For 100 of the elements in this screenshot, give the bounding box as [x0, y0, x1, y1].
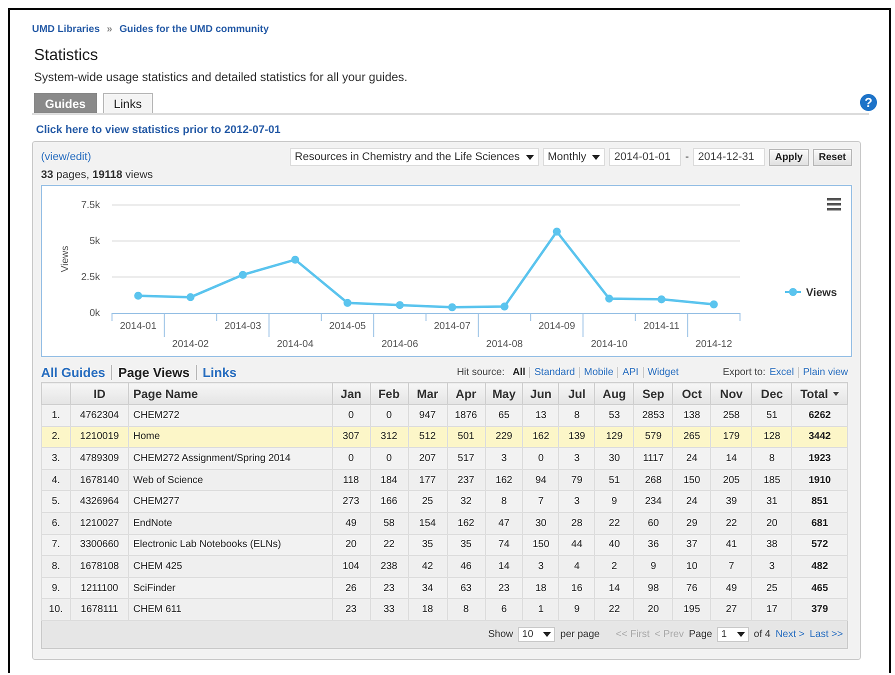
- page-size-select[interactable]: 10: [518, 626, 556, 642]
- help-icon[interactable]: ?: [860, 94, 877, 111]
- legend-label[interactable]: Views: [806, 287, 837, 299]
- hit-source-link[interactable]: Standard: [529, 367, 579, 378]
- sort-caret-icon[interactable]: [833, 392, 840, 396]
- table-cell: 4789309: [70, 448, 129, 470]
- row-number: 3.: [42, 448, 70, 470]
- breadcrumb-link[interactable]: UMD Libraries: [32, 24, 100, 35]
- column-header[interactable]: Total: [792, 382, 848, 404]
- table-cell: 2: [594, 556, 634, 578]
- y-axis-label: 5k: [89, 236, 100, 247]
- table-cell: 237: [447, 469, 485, 491]
- table-cell: 1210019: [70, 426, 129, 448]
- table-cell: 1876: [447, 404, 485, 426]
- total-cell: 3442: [792, 426, 848, 448]
- column-header[interactable]: May: [485, 382, 523, 404]
- table-cell: 166: [370, 490, 408, 512]
- page-name-cell: CHEM 611: [128, 598, 332, 620]
- page-name-cell: EndNote: [128, 512, 332, 534]
- table-cell: 13: [522, 404, 559, 426]
- table-cell: 79: [558, 469, 595, 491]
- column-header[interactable]: Oct: [672, 382, 711, 404]
- table-cell: 118: [332, 469, 370, 491]
- view-edit-link[interactable]: (view/edit): [41, 151, 92, 163]
- column-header[interactable]: Jun: [522, 382, 559, 404]
- table-cell: 195: [672, 598, 711, 620]
- end-date-field[interactable]: 2014-12-31: [692, 148, 765, 166]
- column-header[interactable]: Aug: [594, 382, 634, 404]
- export-link[interactable]: Excel: [770, 367, 798, 378]
- y-axis-label: 0k: [89, 308, 100, 319]
- prior-statistics-link[interactable]: Click here to view statistics prior to 2012-07-01: [36, 124, 281, 136]
- row-number: 4.: [42, 469, 70, 491]
- hit-source-link[interactable]: Widget: [642, 367, 683, 378]
- start-date-field[interactable]: 2014-01-01: [609, 148, 682, 166]
- data-point: [552, 228, 561, 236]
- hit-source-link[interactable]: Mobile: [578, 367, 618, 378]
- column-header[interactable]: Jul: [558, 382, 595, 404]
- table-cell: 32: [447, 490, 485, 512]
- table-cell: 28: [558, 512, 595, 534]
- report-tab[interactable]: Links: [196, 365, 243, 380]
- total-cell: 681: [792, 512, 848, 534]
- column-header[interactable]: Feb: [370, 382, 408, 404]
- table-cell: 234: [634, 490, 673, 512]
- column-header[interactable]: Sep: [634, 382, 673, 404]
- table-cell: 139: [558, 426, 595, 448]
- table-cell: 24: [672, 490, 711, 512]
- table-cell: 517: [447, 448, 485, 470]
- page-count-label: of 4: [754, 628, 770, 640]
- last-page-link[interactable]: Last >>: [810, 628, 843, 640]
- period-select[interactable]: Monthly: [542, 148, 606, 166]
- filter-button[interactable]: Reset: [812, 148, 852, 166]
- next-page-link[interactable]: Next >: [775, 628, 805, 640]
- table-cell: 23: [332, 598, 370, 620]
- column-header[interactable]: Jan: [332, 382, 370, 404]
- row-number: 5.: [42, 490, 70, 512]
- filter-button[interactable]: Apply: [768, 148, 809, 166]
- breadcrumb-separator: »: [106, 24, 112, 35]
- total-cell: 1923: [792, 448, 848, 470]
- table-cell: 10: [672, 556, 711, 578]
- page-select[interactable]: 1: [717, 626, 749, 642]
- table-cell: 268: [634, 469, 673, 491]
- page-name-cell: CHEM272 Assignment/Spring 2014: [128, 448, 332, 470]
- x-axis-label: 2014-08: [486, 339, 523, 350]
- total-cell: 6262: [792, 404, 848, 426]
- table-cell: 0: [522, 448, 559, 470]
- table-cell: 150: [672, 469, 711, 491]
- menu-icon[interactable]: [827, 198, 841, 210]
- report-tab[interactable]: All Guides: [41, 365, 112, 380]
- column-header[interactable]: Nov: [710, 382, 752, 404]
- column-header[interactable]: ID: [70, 382, 129, 404]
- column-header[interactable]: Page Name: [128, 382, 332, 404]
- data-point: [710, 300, 718, 308]
- data-point: [605, 294, 614, 303]
- table-cell: 30: [594, 448, 634, 470]
- table-cell: 104: [332, 556, 370, 578]
- table-cell: 179: [710, 426, 752, 448]
- column-header[interactable]: Dec: [752, 382, 792, 404]
- table-cell: 17: [752, 598, 792, 620]
- column-header[interactable]: Mar: [408, 382, 448, 404]
- export-link[interactable]: Plain view: [798, 367, 852, 378]
- table-cell: 0: [370, 404, 408, 426]
- column-header[interactable]: Apr: [447, 382, 485, 404]
- total-cell: 482: [792, 556, 848, 578]
- tab[interactable]: Links: [102, 93, 153, 113]
- table-cell: 14: [485, 556, 523, 578]
- table-cell: 162: [447, 512, 485, 534]
- table-cell: 258: [710, 404, 752, 426]
- y-axis-label: 2.5k: [81, 272, 100, 283]
- report-tab[interactable]: Page Views: [111, 365, 196, 380]
- table-cell: 1: [522, 598, 559, 620]
- guide-select[interactable]: Resources in Chemistry and the Life Sciences: [290, 148, 539, 166]
- table-cell: 20: [752, 512, 792, 534]
- table-cell: 273: [332, 490, 370, 512]
- legend-marker-icon[interactable]: [785, 288, 801, 296]
- hit-source-link[interactable]: All: [508, 367, 530, 378]
- table-cell: 154: [408, 512, 448, 534]
- breadcrumb-link[interactable]: Guides for the UMD community: [119, 24, 269, 35]
- table-cell: 58: [370, 512, 408, 534]
- table-cell: 22: [594, 512, 634, 534]
- hit-source-link[interactable]: API: [617, 367, 643, 378]
